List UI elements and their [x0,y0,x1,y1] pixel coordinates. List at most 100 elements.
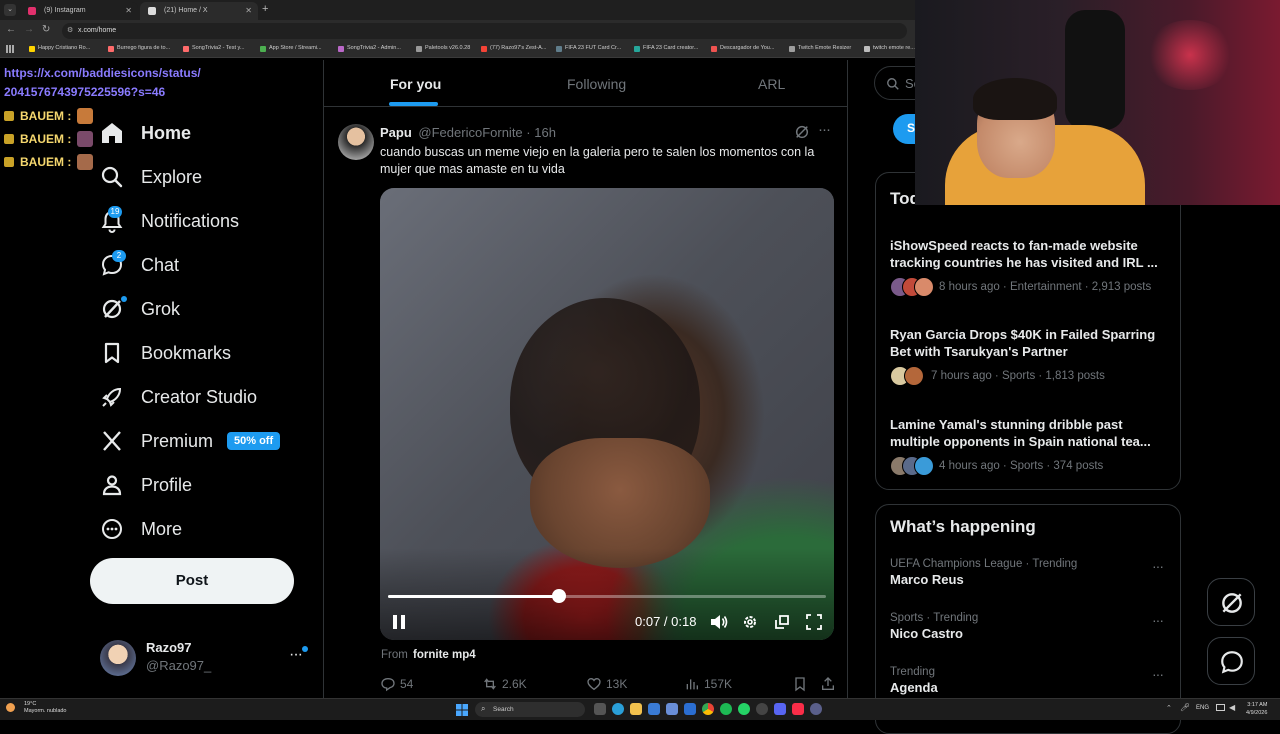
reply-button[interactable]: 54 [380,676,413,692]
volume-tray-icon[interactable]: ◀ [1229,703,1235,712]
tab-instagram[interactable]: (9) Instagram ✕ [20,2,138,20]
bookmark-item[interactable]: twitch emote re... [864,45,915,52]
tray-chevron-icon[interactable]: ⌃ [1166,704,1172,712]
site-info-icon[interactable]: ⚙ [67,26,73,34]
network-icon[interactable] [1216,704,1225,711]
forward-icon[interactable]: → [24,24,34,35]
bookmark-item[interactable]: SongTrivia2 - Admin... [338,45,401,52]
discord-icon[interactable] [774,703,786,715]
bookmark-item[interactable]: SongTrivia2 - Test y... [183,45,245,52]
views-button[interactable]: 157K [684,676,732,692]
source-link[interactable]: fornite mp4 [413,649,476,661]
app-icon[interactable] [684,703,696,715]
edge-icon[interactable] [612,703,624,715]
account-switcher[interactable]: Razo97 @Razo97_ ··· [100,636,312,680]
news-avatars [890,277,934,297]
close-tab-icon[interactable]: ✕ [125,6,132,15]
task-view-icon[interactable] [594,703,606,715]
tab-following[interactable]: Following [567,76,626,92]
post-author-avatar[interactable] [338,124,374,160]
mail-icon[interactable] [666,703,678,715]
chat-link[interactable]: https://x.com/baddiesicons/status/ 20415… [4,64,224,102]
trend-item[interactable]: Sports · Trending Nico Castro ··· [890,612,1170,641]
chrome-icon[interactable] [702,703,714,715]
messages-floating-button[interactable] [1207,637,1255,685]
bookmark-label: App Store / Streami... [269,45,322,51]
repost-button[interactable]: 2.6K [482,676,527,692]
trend-category: UEFA Champions League · Trending [890,558,1078,570]
nav-label: More [141,518,183,539]
tab-for-you[interactable]: For you [390,76,441,92]
news-item[interactable]: iShowSpeed reacts to fan-made website tr… [890,237,1170,297]
pause-icon[interactable] [392,614,406,635]
post-author-name[interactable]: Papu [380,125,412,140]
microphone-icon[interactable]: 🎤︎ [1180,703,1190,712]
clock[interactable]: 3:17 AM 4/9/2026 [1246,701,1267,717]
trend-more-icon[interactable]: ··· [1152,666,1164,682]
like-button[interactable]: 13K [586,676,627,692]
video-player[interactable]: 0:07 / 0:18 [380,188,834,640]
post-button[interactable]: Post [90,558,294,604]
music-icon[interactable] [792,703,804,715]
obs-icon[interactable] [756,703,768,715]
nav-label: Notifications [141,210,240,231]
picture-in-picture-icon[interactable] [774,614,790,635]
volume-icon[interactable] [710,614,728,635]
app-icon[interactable] [810,703,822,715]
nav-bookmarks[interactable]: Bookmarks [100,336,231,370]
bookmark-button[interactable] [792,676,808,695]
nav-profile[interactable]: Profile [100,468,192,502]
back-icon[interactable]: ← [6,24,16,35]
nav-explore[interactable]: Explore [100,160,202,194]
post[interactable]: Papu @FedericoFornite · 16h ··· cuando b… [324,114,847,720]
nav-label: Home [141,122,192,143]
store-icon[interactable] [648,703,660,715]
post-time[interactable]: 16h [534,125,556,140]
bookmark-item[interactable]: Happy Cristiano Ro... [29,45,90,52]
file-explorer-icon[interactable] [630,703,642,715]
settings-gear-icon[interactable] [742,614,758,635]
apps-grid-icon[interactable] [6,45,14,53]
start-button[interactable] [456,703,468,716]
nav-grok[interactable]: Grok [100,292,180,326]
trend-more-icon[interactable]: ··· [1152,558,1164,574]
taskbar-search[interactable]: ⌕ Search [475,702,585,717]
post-more-icon[interactable]: ··· [818,121,831,138]
bookmark-item[interactable]: FIFA 23 FUT Card Cr... [556,45,621,52]
trend-item[interactable]: Trending Agenda ··· [890,666,1170,695]
more-dots-icon[interactable]: ··· [289,646,303,664]
nav-more[interactable]: More [100,512,182,546]
close-tab-icon[interactable]: ✕ [245,6,252,15]
bookmark-item[interactable]: Burrego figura de to... [108,45,170,52]
new-tab-button[interactable]: + [262,3,268,15]
tab-arl[interactable]: ARL [758,76,785,92]
bookmark-label: SongTrivia2 - Test y... [192,45,245,51]
address-input[interactable]: ⚙ x.com/home [62,23,907,39]
fullscreen-icon[interactable] [806,614,822,635]
bookmark-item[interactable]: Descargador de You... [711,45,774,52]
reload-icon[interactable]: ↻ [42,24,50,35]
bookmark-item[interactable]: (77) Razo97's Zest-A... [481,45,546,52]
trend-more-icon[interactable]: ··· [1152,612,1164,628]
spotify-icon[interactable] [720,703,732,715]
grok-analyze-icon[interactable] [794,124,810,140]
tab-list-dropdown-icon[interactable]: ⌄ [4,4,16,16]
bookmark-item[interactable]: FIFA 23 Card creator... [634,45,698,52]
bookmark-item[interactable]: Paletools v26.0.28 [416,45,470,52]
news-item[interactable]: Ryan Garcia Drops $40K in Failed Sparrin… [890,326,1170,386]
tab-x-home[interactable]: (21) Home / X ✕ [140,2,258,20]
nav-home[interactable]: Home [100,116,191,150]
video-progress-thumb[interactable] [552,589,566,603]
bookmark-item[interactable]: Twitch Emote Resizer [789,45,851,52]
post-author-handle[interactable]: @FedericoFornite [418,125,522,140]
trend-item[interactable]: UEFA Champions League · Trending Marco R… [890,558,1170,587]
language-indicator[interactable]: ENG [1196,705,1209,711]
grok-floating-button[interactable] [1207,578,1255,626]
weather-widget[interactable]: 19°C Mayorm. nublado [6,701,67,719]
bookmark-item[interactable]: App Store / Streami... [260,45,322,52]
whatsapp-icon[interactable] [738,703,750,715]
nav-premium[interactable]: Premium 50% off [100,424,281,458]
nav-creator-studio[interactable]: Creator Studio [100,380,257,414]
share-button[interactable] [820,676,836,695]
news-item[interactable]: Lamine Yamal's stunning dribble past mul… [890,416,1170,476]
